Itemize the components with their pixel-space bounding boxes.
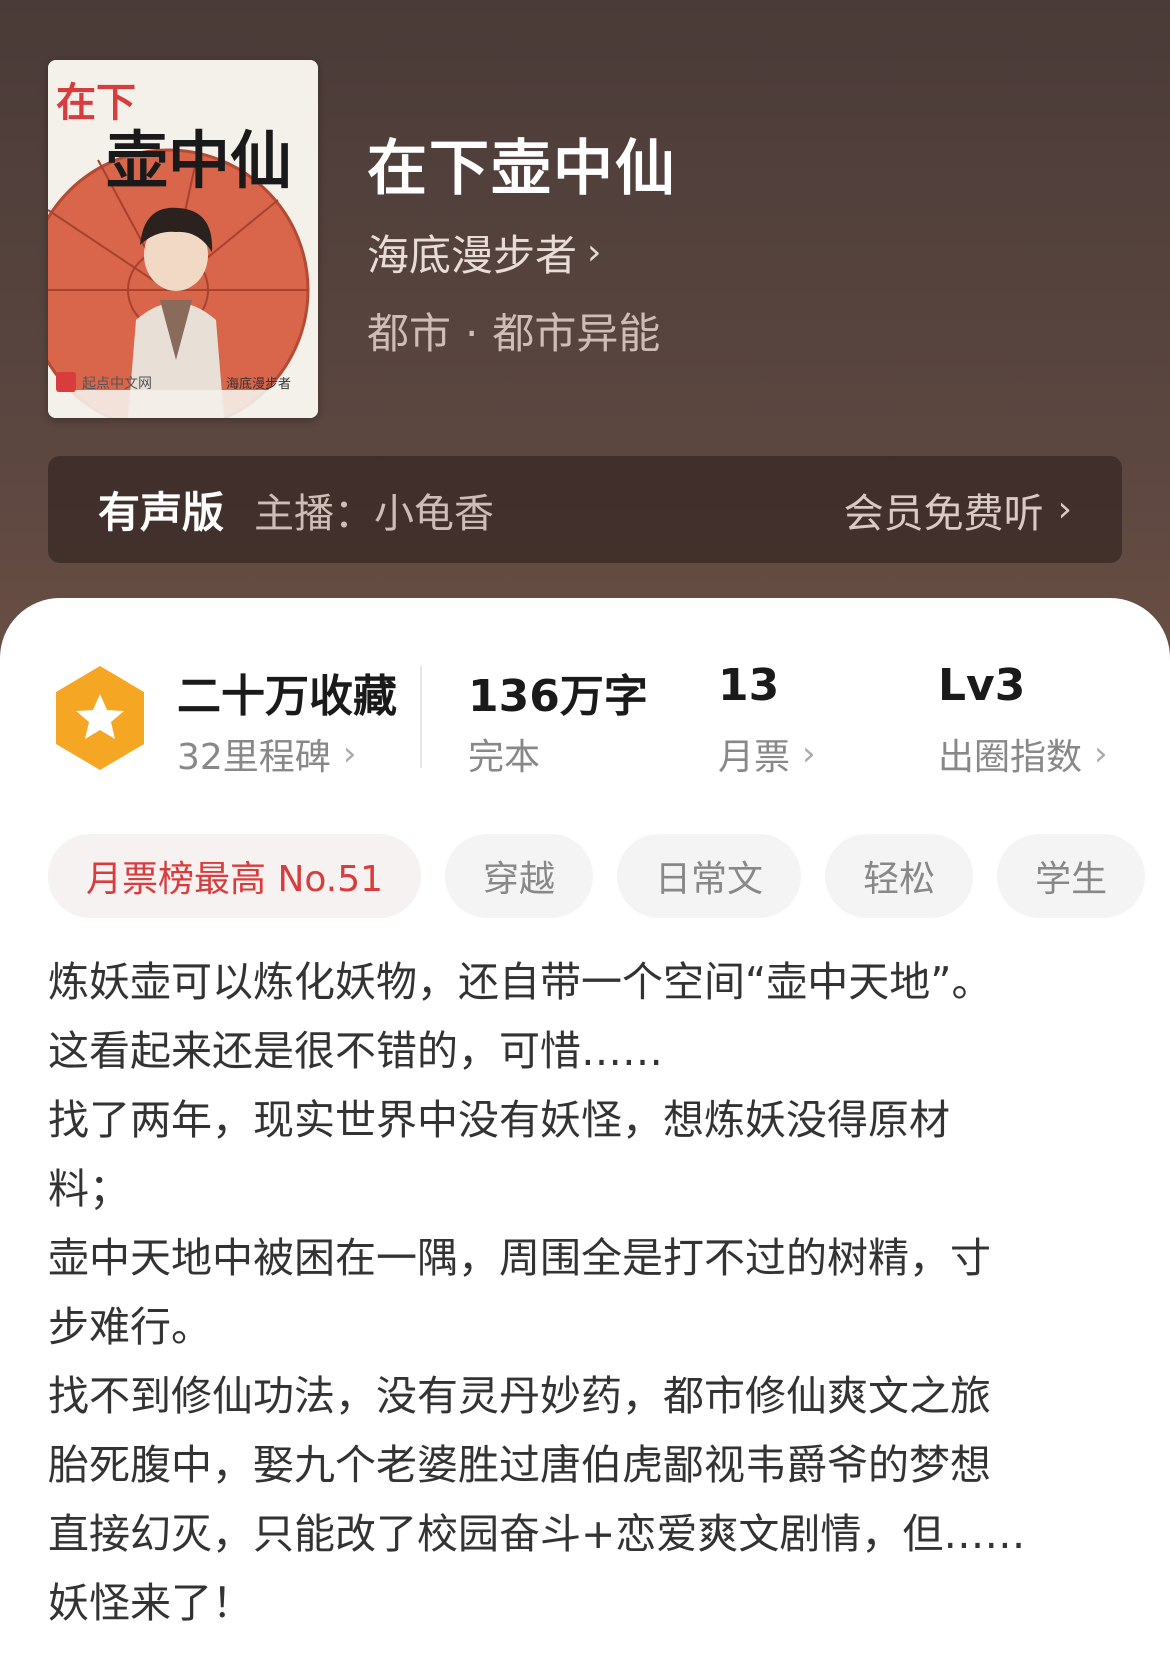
description-line: 找了两年，现实世界中没有妖怪，想炼妖没得原材 <box>48 1096 950 1144</box>
chevron-right-icon: › <box>587 231 602 273</box>
tag-chip[interactable]: 穿越 <box>445 834 594 918</box>
audio-tag: 有声版 <box>98 488 225 537</box>
description-line: 步难行。 <box>48 1303 212 1351</box>
milestones-link[interactable]: 32里程碑 › <box>177 728 356 780</box>
cover-illustration: 起点中文网 海底漫步者 在下 壶中仙 <box>48 60 318 418</box>
tag-rank[interactable]: 月票榜最高 No.51 <box>48 834 422 918</box>
tag-list: 月票榜最高 No.51 穿越 日常文 轻松 学生 <box>48 834 1146 918</box>
audio-link-label: 会员免费听 <box>843 490 1044 537</box>
chevron-right-icon: › <box>1094 734 1108 774</box>
description-line: 妖怪来了！ <box>48 1579 253 1627</box>
tag-chip[interactable]: 日常文 <box>617 834 802 918</box>
monthly-votes-link[interactable]: 月票 › <box>718 728 816 780</box>
audio-listen-link[interactable]: 会员免费听 › <box>844 481 1072 539</box>
audio-host: 主播：小龟香 <box>254 490 495 537</box>
author-name: 海底漫步者 <box>367 231 578 280</box>
description-line: 找不到修仙功法，没有灵丹妙药，都市修仙爽文之旅 <box>48 1372 991 1420</box>
stats-divider <box>420 666 422 768</box>
description-line: 炼妖壶可以炼化妖物，还自带一个空间“壶中天地”。 <box>48 958 993 1006</box>
cover-main-text: 壶中仙 <box>106 124 292 197</box>
description-line: 壶中天地中被困在一隅，周围全是打不过的树精，寸 <box>48 1234 991 1282</box>
chevron-right-icon: › <box>802 734 816 774</box>
milestones-label: 32里程碑 <box>177 737 331 778</box>
audio-version-bar[interactable]: 有声版 主播：小龟香 会员免费听 › <box>48 456 1122 563</box>
description-line: 这看起来还是很不错的，可惜…… <box>48 1027 663 1075</box>
chevron-right-icon: › <box>342 734 357 774</box>
completion-status: 完本 <box>468 737 541 778</box>
separator-dot: · <box>465 309 479 358</box>
genre-line: 都市 · 都市异能 <box>367 300 660 361</box>
genre-category: 都市 <box>367 309 452 358</box>
genre-subcategory: 都市异能 <box>492 309 661 358</box>
star-badge-icon <box>56 666 144 770</box>
tag-chip[interactable]: 轻松 <box>825 834 974 918</box>
cover-publisher: 起点中文网 <box>82 376 152 392</box>
cover-author-stamp: 海底漫步者 <box>226 376 291 392</box>
stats-row: 二十万收藏 32里程碑 › 136万字 完本 13 月票 › Lv3 出圈指数 … <box>0 658 1170 778</box>
level-link[interactable]: 出圈指数 › <box>938 728 1108 780</box>
book-cover[interactable]: 起点中文网 海底漫步者 在下 壶中仙 <box>48 60 318 418</box>
description-line: 直接幻灭，只能改了校园奋斗+恋爱爽文剧情，但…… <box>48 1510 1026 1558</box>
word-count: 136万字 <box>468 671 648 722</box>
level-value: Lv3 <box>938 660 1026 711</box>
monthly-votes-count: 13 <box>718 660 780 711</box>
cover-top-text: 在下 <box>56 80 136 126</box>
content-sheet: 二十万收藏 32里程碑 › 136万字 完本 13 月票 › Lv3 出圈指数 … <box>0 598 1170 1660</box>
monthly-votes-label: 月票 <box>718 737 791 778</box>
chevron-right-icon: › <box>1057 488 1072 530</box>
book-description: 炼妖壶可以炼化妖物，还自带一个空间“壶中天地”。 这看起来还是很不错的，可惜……… <box>48 948 1128 1638</box>
book-detail-page: 起点中文网 海底漫步者 在下 壶中仙 在下壶中仙 海底漫步者 › 都市 · 都市异能… <box>0 0 1170 1660</box>
description-line: 胎死腹中，娶九个老婆胜过唐伯虎鄙视韦爵爷的梦想 <box>48 1441 991 1489</box>
level-label: 出圈指数 <box>938 737 1083 778</box>
author-link[interactable]: 海底漫步者 › <box>367 222 601 283</box>
tag-chip[interactable]: 学生 <box>997 834 1146 918</box>
favorites-count: 二十万收藏 <box>177 671 397 722</box>
book-title: 在下壶中仙 <box>367 134 677 204</box>
description-line: 料； <box>48 1165 130 1213</box>
